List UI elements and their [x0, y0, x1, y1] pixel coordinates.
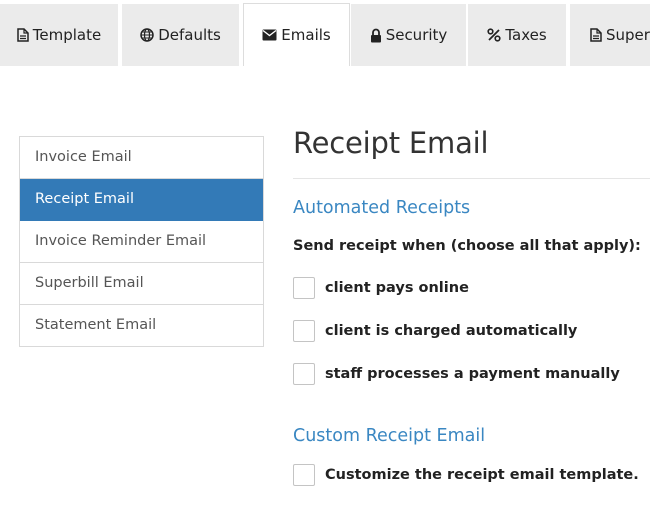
option-client-charged-automatically[interactable]: client is charged automatically	[293, 320, 577, 342]
settings-tabbar: Template Defaults Emails Security Taxes …	[0, 0, 650, 66]
file-icon	[17, 28, 29, 42]
envelope-icon	[262, 29, 277, 41]
title-divider	[293, 178, 650, 179]
tab-defaults[interactable]: Defaults	[122, 4, 239, 66]
checkbox[interactable]	[293, 464, 315, 486]
checkbox-label: Customize the receipt email template.	[325, 467, 639, 483]
tab-superbill[interactable]: Superbill	[570, 4, 650, 66]
lock-icon	[370, 28, 382, 43]
sidebar-item-statement-email[interactable]: Statement Email	[20, 305, 263, 347]
checkbox[interactable]	[293, 277, 315, 299]
checkbox[interactable]	[293, 320, 315, 342]
sidebar-item-receipt-email[interactable]: Receipt Email	[20, 179, 263, 221]
tab-label: Taxes	[505, 26, 547, 44]
file-icon	[590, 28, 602, 42]
custom-receipt-email-heading: Custom Receipt Email	[293, 426, 486, 446]
tab-taxes[interactable]: Taxes	[468, 4, 566, 66]
tab-label: Security	[385, 26, 448, 44]
tab-emails[interactable]: Emails	[243, 3, 350, 66]
tab-security[interactable]: Security	[351, 4, 466, 66]
checkbox-label: client is charged automatically	[325, 323, 578, 339]
option-customize-template[interactable]: Customize the receipt email template.	[293, 464, 639, 486]
percent-icon	[487, 28, 501, 42]
checkbox[interactable]	[293, 363, 315, 385]
option-client-pays-online[interactable]: client pays online	[293, 277, 469, 299]
sidebar-item-invoice-reminder-email[interactable]: Invoice Reminder Email	[20, 221, 263, 263]
email-type-list: Invoice Email Receipt Email Invoice Remi…	[19, 136, 264, 347]
tab-label: Emails	[281, 26, 331, 44]
automated-receipts-heading: Automated Receipts	[293, 198, 471, 218]
sidebar-item-invoice-email[interactable]: Invoice Email	[20, 137, 263, 179]
tab-label: Defaults	[158, 26, 221, 44]
checkbox-label: client pays online	[325, 280, 469, 296]
globe-icon	[140, 28, 154, 42]
checkbox-label: staff processes a payment manually	[325, 366, 620, 382]
receipt-email-panel: Receipt Email Automated Receipts Send re…	[293, 124, 650, 486]
page-title: Receipt Email	[293, 126, 489, 160]
sidebar-item-superbill-email[interactable]: Superbill Email	[20, 263, 263, 305]
tab-label: Superbill	[606, 26, 650, 44]
option-staff-processes-payment[interactable]: staff processes a payment manually	[293, 363, 620, 385]
tab-label: Template	[32, 26, 102, 44]
receipt-trigger-prompt: Send receipt when (choose all that apply…	[293, 238, 641, 254]
tab-template[interactable]: Template	[0, 4, 118, 66]
